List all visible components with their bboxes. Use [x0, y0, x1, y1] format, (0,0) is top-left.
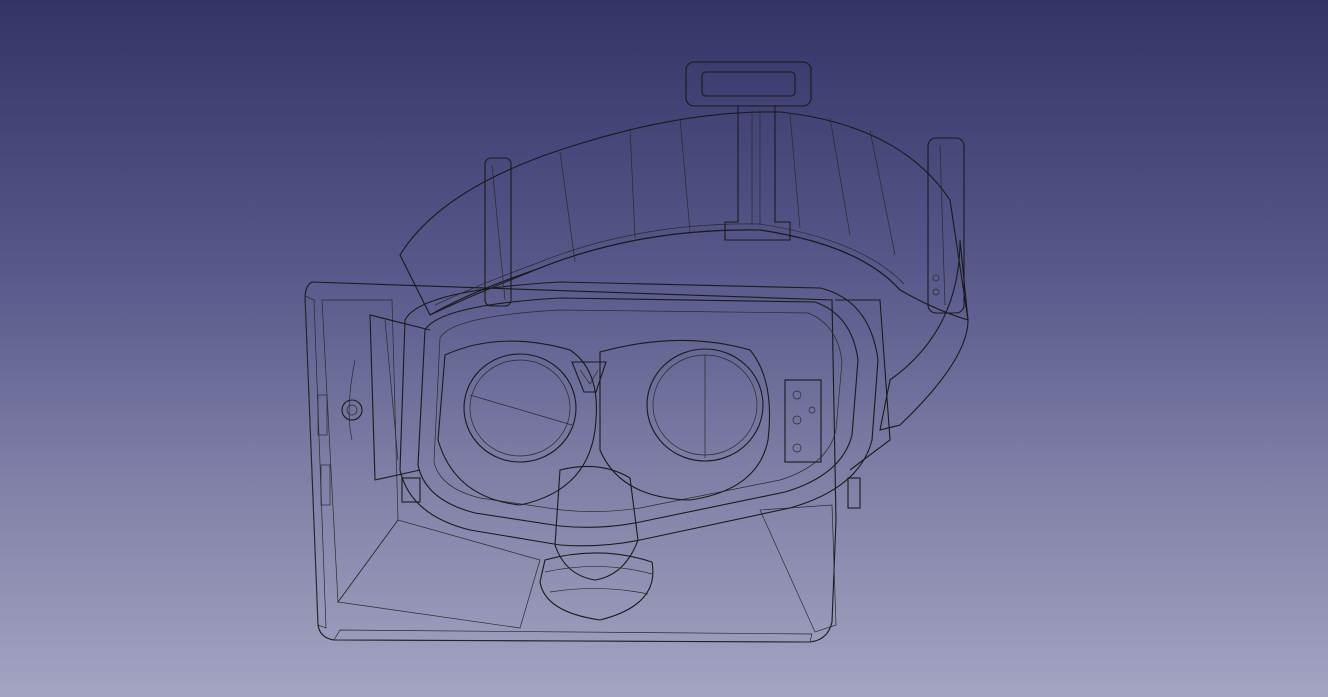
- top-buckle[interactable]: [685, 61, 812, 241]
- 3d-view[interactable]: [0, 0, 1328, 697]
- head-strap[interactable]: [399, 61, 969, 431]
- eye-cups[interactable]: [437, 339, 771, 506]
- vr-headset-model[interactable]: [0, 0, 1328, 697]
- nose-piece[interactable]: [539, 465, 654, 621]
- right-bracket: [784, 379, 822, 463]
- right-strap-clip[interactable]: [927, 137, 965, 314]
- center-notch: [571, 361, 607, 393]
- left-lens: [463, 353, 577, 463]
- housing[interactable]: [304, 281, 837, 643]
